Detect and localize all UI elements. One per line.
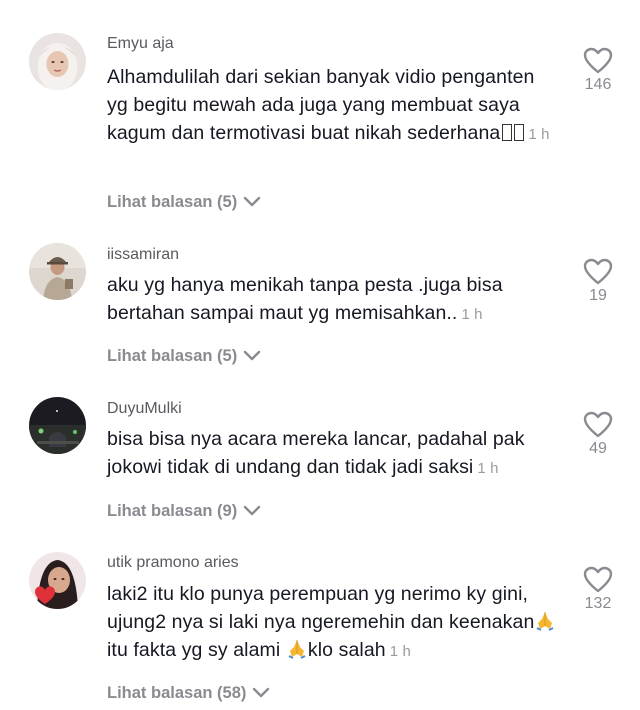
avatar-woman-heart-icon: [29, 552, 86, 609]
unsupported-emoji-icon: [502, 124, 513, 141]
comment-text: bisa bisa nya acara mereka lancar, padah…: [107, 425, 557, 483]
avatar[interactable]: [29, 397, 86, 454]
view-replies-label: Lihat balasan (5): [107, 347, 238, 365]
avatar-man-cap-icon: [29, 243, 86, 300]
like-count: 132: [584, 595, 612, 612]
comment-time: 1 h: [461, 306, 483, 323]
view-replies-button[interactable]: Lihat balasan (58): [107, 684, 270, 703]
view-replies-label: Lihat balasan (9): [107, 502, 238, 520]
view-replies-button[interactable]: Lihat balasan (5): [107, 193, 261, 212]
avatar-night-scene-icon: [29, 397, 86, 454]
comment-time: 1 h: [389, 643, 411, 660]
like-button[interactable]: 132: [572, 566, 624, 613]
heart-outline-icon: [583, 47, 613, 74]
comment-text: Alhamdulilah dari sekian banyak vidio pe…: [107, 63, 557, 149]
comment-body: aku yg hanya menikah tanpa pesta .juga b…: [107, 274, 503, 324]
avatar[interactable]: [29, 243, 86, 300]
chevron-down-icon: [243, 347, 261, 366]
heart-outline-icon: [583, 258, 613, 285]
comment-username[interactable]: utik pramono aries: [107, 554, 239, 572]
unsupported-emoji-icon: [514, 124, 525, 141]
comment-body-cont: itu fakta yg sy alami: [107, 639, 286, 661]
comment-time: 1 h: [477, 460, 499, 477]
like-button[interactable]: 49: [572, 411, 624, 458]
chevron-down-icon: [252, 684, 270, 703]
like-button[interactable]: 19: [572, 258, 624, 305]
avatar[interactable]: [29, 552, 86, 609]
like-button[interactable]: 146: [572, 47, 624, 94]
comment-text: laki2 itu klo punya perempuan yg nerimo …: [107, 580, 557, 666]
comment-body: Alhamdulilah dari sekian banyak vidio pe…: [107, 66, 535, 144]
view-replies-button[interactable]: Lihat balasan (9): [107, 502, 261, 521]
chevron-down-icon: [243, 502, 261, 521]
avatar[interactable]: [29, 33, 86, 90]
comment-username[interactable]: DuyuMulki: [107, 400, 182, 418]
like-count: 19: [589, 287, 607, 304]
folded-hands-emoji-icon: [288, 640, 306, 659]
folded-hands-emoji-icon: [536, 612, 554, 631]
comment-body: bisa bisa nya acara mereka lancar, padah…: [107, 428, 525, 478]
chevron-down-icon: [243, 193, 261, 212]
comment-username[interactable]: Emyu aja: [107, 35, 174, 53]
comment-body: laki2 itu klo punya perempuan yg nerimo …: [107, 583, 535, 633]
comment-body-end: klo salah: [307, 639, 386, 661]
comment-time: 1 h: [528, 126, 550, 143]
view-replies-label: Lihat balasan (58): [107, 684, 247, 702]
like-count: 146: [584, 76, 612, 93]
heart-outline-icon: [583, 566, 613, 593]
heart-outline-icon: [583, 411, 613, 438]
avatar-woman-hijab-icon: [29, 33, 86, 90]
view-replies-button[interactable]: Lihat balasan (5): [107, 347, 261, 366]
comment-text: aku yg hanya menikah tanpa pesta .juga b…: [107, 271, 557, 329]
comment-username[interactable]: iissamiran: [107, 246, 179, 264]
view-replies-label: Lihat balasan (5): [107, 193, 238, 211]
like-count: 49: [589, 440, 607, 457]
